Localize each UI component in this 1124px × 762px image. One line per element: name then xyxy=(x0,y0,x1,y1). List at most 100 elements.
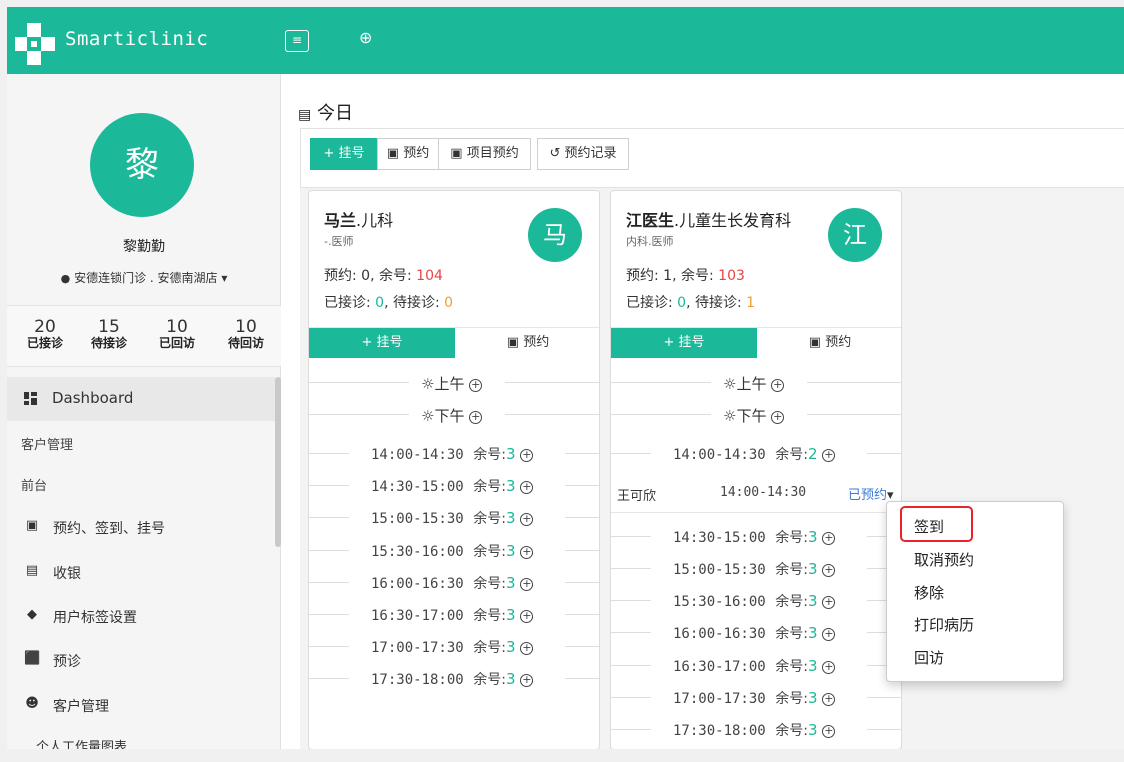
doctor-card: 马兰.儿科 -.医师 马 预约: 0, 余号: 104 已接诊: 0, 待接诊:… xyxy=(308,190,600,749)
tag-icon: ◆ xyxy=(27,607,37,622)
user-name: 黎勤勤 xyxy=(123,239,165,255)
time-slot[interactable]: 14:00-14:30 余号:3 + xyxy=(309,442,599,464)
menu-item-follow-up[interactable]: 回访 xyxy=(914,647,944,668)
card-register-tab[interactable]: + 挂号 xyxy=(309,328,455,358)
card-appointment-tab[interactable]: ▣ 预约 xyxy=(455,328,599,358)
sidebar-item-label: 预约、签到、挂号 xyxy=(53,521,165,537)
add-circle-icon[interactable]: + xyxy=(771,411,785,424)
highlight-annotation-box xyxy=(900,506,973,542)
stat-waiting[interactable]: 15 待接诊 xyxy=(79,318,139,350)
doctor-name: 马兰.儿科 xyxy=(324,211,394,230)
sidebar-item-label: 收银 xyxy=(53,566,81,582)
add-circle-icon[interactable]: + xyxy=(822,693,836,706)
card-register-tab[interactable]: + 挂号 xyxy=(611,328,757,358)
add-circle-icon[interactable]: + xyxy=(520,546,534,559)
appointment-button[interactable]: ▣ 预约 xyxy=(377,138,439,170)
time-slot[interactable]: 15:30-16:00 余号:3 + xyxy=(611,589,901,611)
doctor-avatar: 马 xyxy=(528,208,582,262)
add-circle-icon[interactable]: + xyxy=(822,725,836,738)
menu-item-remove[interactable]: 移除 xyxy=(914,582,944,603)
add-circle-icon[interactable]: + xyxy=(520,610,534,623)
add-circle-icon[interactable]: + xyxy=(469,411,483,424)
add-circle-icon[interactable]: + xyxy=(771,379,785,392)
session-morning[interactable]: ☼上午 + xyxy=(611,371,901,393)
sun-icon: ☼ xyxy=(421,375,435,393)
sidebar-scrollbar[interactable] xyxy=(275,377,281,547)
users-settings-icon: ☻ xyxy=(25,696,39,711)
appointment-status-dropdown[interactable]: 已预约▾ xyxy=(848,484,894,503)
register-button[interactable]: + 挂号 xyxy=(310,138,378,170)
add-circle-icon[interactable]: + xyxy=(520,674,534,687)
project-appointment-button-label: 项目预约 xyxy=(466,146,519,161)
visit-stats: 已接诊: 0, 待接诊: 1 xyxy=(626,295,756,311)
calendar-icon: ▣ xyxy=(506,335,520,350)
menu-item-cancel-appointment[interactable]: 取消预约 xyxy=(914,549,974,570)
sidebar-item-dashboard[interactable]: Dashboard xyxy=(7,377,275,421)
add-icon[interactable]: ⊕ xyxy=(359,30,372,46)
stat-label: 待接诊 xyxy=(90,336,127,350)
history-icon: ↺ xyxy=(549,146,561,161)
add-circle-icon[interactable]: + xyxy=(822,596,836,609)
time-slot[interactable]: 17:30-18:00 余号:3 + xyxy=(611,718,901,740)
time-slot[interactable]: 17:30-18:00 余号:3 + xyxy=(309,667,599,689)
time-slot[interactable]: 17:00-17:30 余号:3 + xyxy=(309,635,599,657)
stat-pending-revisit[interactable]: 10 待回访 xyxy=(216,318,276,350)
add-circle-icon[interactable]: + xyxy=(520,642,534,655)
stat-revisited[interactable]: 10 已回访 xyxy=(147,318,207,350)
sun-icon: ☼ xyxy=(723,407,737,425)
sun-icon: ☼ xyxy=(723,375,737,393)
stats-bar: 20 已接诊 15 待接诊 10 已回访 10 待回访 xyxy=(7,305,281,367)
sidebar-item-label: 用户标签设置 xyxy=(53,610,137,626)
add-circle-icon[interactable]: + xyxy=(822,564,836,577)
time-slot[interactable]: 14:30-15:00 余号:3 + xyxy=(309,474,599,496)
appointment-history-button[interactable]: ↺ 预约记录 xyxy=(537,138,629,170)
add-circle-icon[interactable]: + xyxy=(520,513,534,526)
brand-name: Smarticlinic xyxy=(65,28,209,50)
clinic-selector[interactable]: ● 安德连锁门诊 . 安德南湖店 ▾ xyxy=(7,269,281,286)
time-slot[interactable]: 14:30-15:00 余号:3 + xyxy=(611,525,901,547)
menu-toggle-button[interactable]: ≡ xyxy=(285,30,309,52)
doctor-title: 内科.医师 xyxy=(626,235,674,248)
stat-received[interactable]: 20 已接诊 xyxy=(15,318,75,350)
add-circle-icon[interactable]: + xyxy=(520,481,534,494)
calendar-icon: ▣ xyxy=(808,335,822,350)
time-slot[interactable]: 16:30-17:00 余号:3 + xyxy=(611,654,901,676)
caret-down-icon: ▾ xyxy=(221,271,228,285)
time-slot[interactable]: 15:00-15:30 余号:3 + xyxy=(611,557,901,579)
sidebar-subitem-workload-chart[interactable]: 个人工作量图表 xyxy=(36,736,127,749)
visit-stats: 已接诊: 0, 待接诊: 0 xyxy=(324,295,454,311)
time-slot[interactable]: 16:00-16:30 余号:3 + xyxy=(611,621,901,643)
add-circle-icon[interactable]: + xyxy=(822,449,836,462)
add-circle-icon[interactable]: + xyxy=(520,578,534,591)
time-slot[interactable]: 15:00-15:30 余号:3 + xyxy=(309,506,599,528)
add-circle-icon[interactable]: + xyxy=(520,449,534,462)
sidebar-section-frontdesk: 前台 xyxy=(21,479,48,494)
session-morning[interactable]: ☼上午 + xyxy=(309,371,599,393)
reservation-stats: 预约: 0, 余号: 104 xyxy=(324,268,443,284)
time-slot[interactable]: 15:30-16:00 余号:3 + xyxy=(309,539,599,561)
session-afternoon[interactable]: ☼下午 + xyxy=(611,403,901,425)
time-slot[interactable]: 14:00-14:30 余号:2 + xyxy=(611,442,901,464)
session-afternoon[interactable]: ☼下午 + xyxy=(309,403,599,425)
patient-name: 王可欣 xyxy=(617,489,657,504)
card-appointment-tab[interactable]: ▣ 预约 xyxy=(757,328,901,358)
time-slot[interactable]: 16:30-17:00 余号:3 + xyxy=(309,603,599,625)
add-circle-icon[interactable]: + xyxy=(822,661,836,674)
add-circle-icon[interactable]: + xyxy=(822,628,836,641)
doctor-name: 江医生.儿童生长发育科 xyxy=(626,211,792,230)
clinic-name: 安德连锁门诊 . 安德南湖店 xyxy=(74,271,218,285)
page-title-text: 今日 xyxy=(316,103,353,124)
add-circle-icon[interactable]: + xyxy=(822,532,836,545)
add-circle-icon[interactable]: + xyxy=(469,379,483,392)
time-slot[interactable]: 17:00-17:30 余号:3 + xyxy=(611,686,901,708)
stat-value: 10 xyxy=(166,317,188,337)
top-navbar: Smarticlinic ≡ ⊕ xyxy=(7,7,1124,74)
menu-item-print-record[interactable]: 打印病历 xyxy=(914,614,974,635)
time-slot[interactable]: 16:00-16:30 余号:3 + xyxy=(309,571,599,593)
project-appointment-button[interactable]: ▣ 项目预约 xyxy=(438,138,531,170)
sidebar-section-customers: 客户管理 xyxy=(21,438,74,453)
stat-value: 10 xyxy=(235,317,257,337)
sidebar-item-label: 预诊 xyxy=(53,654,81,670)
app-window: Smarticlinic ≡ ⊕ 黎 黎勤勤 ● 安德连锁门诊 . 安德南湖店 … xyxy=(7,7,1124,749)
appointment-row[interactable]: 王可欣 14:00-14:30 已预约▾ xyxy=(611,473,901,513)
